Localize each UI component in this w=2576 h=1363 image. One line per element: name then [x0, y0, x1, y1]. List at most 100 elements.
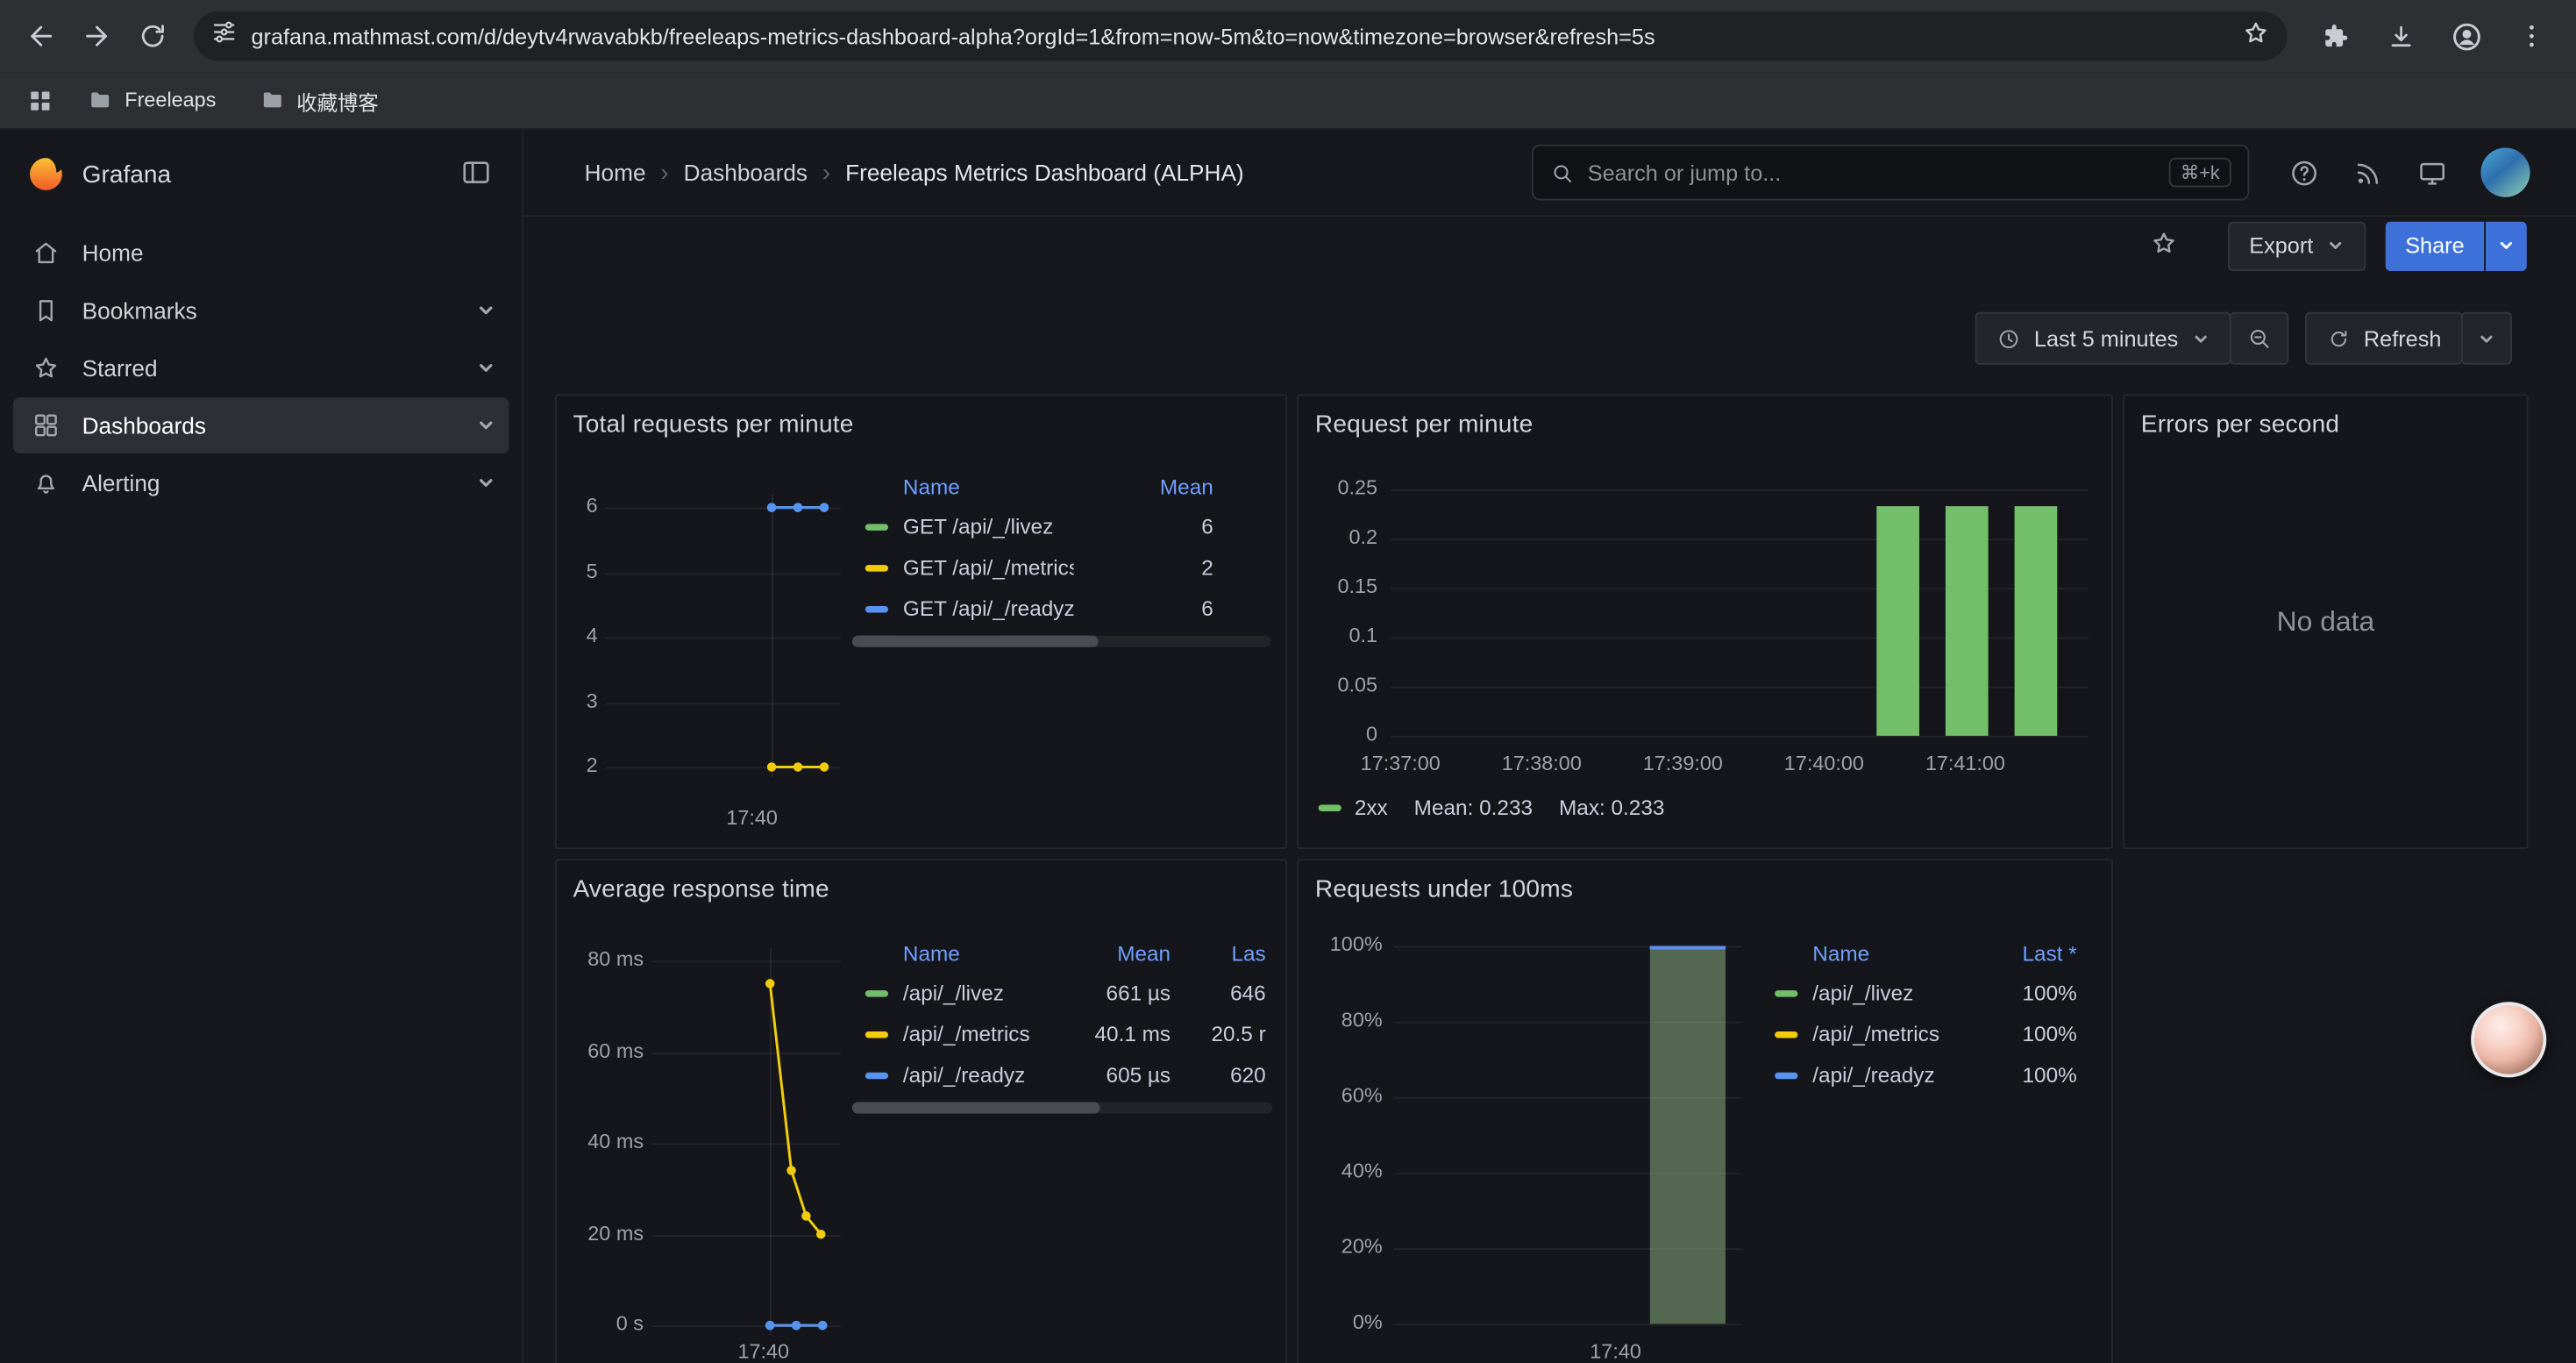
- y-axis-tick: 2: [557, 753, 598, 776]
- download-icon[interactable]: [2373, 8, 2429, 64]
- legend-series-name[interactable]: /api/_/metrics: [903, 1022, 1069, 1046]
- share-dropdown-icon[interactable]: [2486, 221, 2527, 270]
- grid-line: [1391, 489, 2089, 491]
- time-range-picker[interactable]: Last 5 minutes: [1975, 312, 2231, 365]
- legend-mean-value: 6: [1074, 514, 1264, 539]
- sidebar-item-bookmarks[interactable]: Bookmarks: [13, 282, 509, 339]
- legend-last-value: 646: [1171, 981, 1266, 1005]
- toolbar-right: [2307, 8, 2559, 64]
- news-rss-icon[interactable]: [2352, 157, 2384, 189]
- bookmark-folder-freeleaps[interactable]: Freeleaps: [74, 82, 229, 118]
- y-axis-tick: 0.05: [1299, 674, 1377, 696]
- y-axis-tick: 20%: [1299, 1235, 1382, 1258]
- legend-series-name[interactable]: /api/_/readyz: [903, 1063, 1069, 1088]
- user-avatar[interactable]: [2480, 148, 2530, 197]
- chevron-down-icon[interactable]: [476, 416, 495, 435]
- sidebar-item-label: Bookmarks: [82, 297, 197, 324]
- zoom-out-button[interactable]: [2229, 312, 2288, 365]
- legend-scrollbar[interactable]: [852, 636, 1270, 647]
- export-button[interactable]: Export: [2228, 221, 2366, 270]
- sidebar-item-label: Alerting: [82, 470, 160, 496]
- browser-reload-button[interactable]: [125, 8, 181, 64]
- bookmark-star-icon[interactable]: [2241, 18, 2271, 55]
- help-icon[interactable]: [2288, 157, 2320, 189]
- legend-header-last[interactable]: Last *: [1962, 940, 2090, 965]
- legend-row: /api/_/livez 100%: [1761, 973, 2096, 1014]
- legend-scrollbar[interactable]: [852, 1102, 1272, 1113]
- page-header: Home › Dashboards › Freeleaps Metrics Da…: [523, 130, 2576, 217]
- grid-line: [606, 703, 841, 704]
- legend-series-name[interactable]: GET /api/_/readyz: [903, 596, 1074, 621]
- chevron-down-icon[interactable]: [476, 301, 495, 320]
- profile-icon[interactable]: [2438, 8, 2494, 64]
- bell-icon: [30, 468, 62, 498]
- scrollbar-thumb[interactable]: [852, 636, 1099, 647]
- export-label: Export: [2249, 233, 2313, 258]
- favorite-star-icon[interactable]: [2143, 222, 2186, 269]
- bookmark-folder-blogs[interactable]: 收藏博客: [246, 80, 392, 121]
- legend-series-name[interactable]: GET /api/_/livez: [903, 514, 1074, 539]
- grid-line: [1394, 1097, 1742, 1099]
- breadcrumb-separator: ›: [660, 159, 668, 187]
- chevron-down-icon[interactable]: [476, 473, 495, 492]
- extensions-icon[interactable]: [2307, 8, 2363, 64]
- panel-total-requests[interactable]: Total requests per minute 6543217:40 Nam…: [555, 394, 1287, 849]
- browser-back-button[interactable]: [13, 8, 69, 64]
- legend-header-mean[interactable]: Mean: [1069, 940, 1171, 965]
- sidebar-item-dashboards[interactable]: Dashboards: [13, 397, 509, 453]
- grid-line: [1391, 588, 2089, 589]
- y-axis-tick: 5: [557, 560, 598, 583]
- share-button[interactable]: Share: [2386, 221, 2484, 270]
- legend-series-name[interactable]: /api/_/livez: [1812, 981, 1961, 1005]
- sidebar-item-home[interactable]: Home: [13, 225, 509, 282]
- legend-header-last[interactable]: Las: [1171, 940, 1266, 965]
- url-bar[interactable]: grafana.mathmast.com/d/deytv4rwavabkb/fr…: [194, 11, 2287, 61]
- search-input[interactable]: Search or jump to... ⌘+k: [1532, 145, 2249, 201]
- legend-last-value: 100%: [1962, 1022, 2090, 1046]
- panel-errors-per-second[interactable]: Errors per second No data: [2123, 394, 2529, 849]
- legend-series-name[interactable]: 2xx: [1355, 795, 1388, 819]
- sidebar-item-starred[interactable]: Starred: [13, 340, 509, 396]
- panel-average-response-time[interactable]: Average response time 80 ms60 ms40 ms20 …: [555, 859, 1287, 1363]
- grid-line: [651, 1235, 840, 1237]
- sidebar-collapse-icon[interactable]: [453, 148, 499, 199]
- browser-forward-button[interactable]: [69, 8, 125, 64]
- scrollbar-thumb[interactable]: [852, 1102, 1100, 1113]
- x-axis-tick: 17:39:00: [1609, 753, 1757, 775]
- breadcrumb-home[interactable]: Home: [585, 160, 646, 186]
- legend-series-name[interactable]: /api/_/metrics: [1812, 1022, 1961, 1046]
- legend-row: GET /api/_/readyz 6: [852, 588, 1270, 629]
- time-controls: Last 5 minutes Refresh: [1975, 312, 2512, 365]
- refresh-button[interactable]: Refresh: [2305, 312, 2463, 365]
- panel-requests-under-100ms[interactable]: Requests under 100ms 100%80%60%40%20%0%1…: [1297, 859, 2113, 1363]
- assistant-floating-avatar[interactable]: [2471, 1002, 2546, 1077]
- legend-header-mean[interactable]: Mean: [1074, 474, 1264, 498]
- y-axis-tick: 4: [557, 624, 598, 647]
- x-axis-tick: 17:40: [689, 1340, 837, 1363]
- no-data-message: No data: [2124, 396, 2527, 847]
- dashboards-grid-icon: [30, 410, 62, 440]
- sidebar-item-alerting[interactable]: Alerting: [13, 455, 509, 511]
- site-settings-icon[interactable]: [210, 18, 238, 54]
- legend-series-name[interactable]: /api/_/readyz: [1812, 1063, 1961, 1088]
- legend-series-name[interactable]: /api/_/livez: [903, 981, 1069, 1005]
- panel-request-per-minute[interactable]: Request per minute 0.250.20.150.10.05017…: [1297, 394, 2113, 849]
- breadcrumb-dashboards[interactable]: Dashboards: [684, 160, 808, 186]
- x-axis-tick: 17:40:00: [1750, 753, 1898, 775]
- x-axis-tick: 17:41:00: [1891, 753, 2039, 775]
- grid-line: [651, 960, 840, 962]
- grid-line: [1391, 539, 2089, 540]
- apps-grid-icon[interactable]: [23, 86, 57, 114]
- legend-header-name[interactable]: Name: [903, 940, 1069, 965]
- monitor-icon[interactable]: [2416, 157, 2448, 189]
- chevron-down-icon[interactable]: [476, 358, 495, 377]
- refresh-group: Refresh: [2305, 312, 2512, 365]
- series-color-chip: [1775, 1072, 1797, 1078]
- legend-series-name[interactable]: GET /api/_/metrics: [903, 555, 1074, 580]
- legend-header-name[interactable]: Name: [1812, 940, 1961, 965]
- y-axis-tick: 3: [557, 689, 598, 712]
- refresh-interval-dropdown[interactable]: [2461, 312, 2512, 365]
- browser-menu-icon[interactable]: [2504, 8, 2560, 64]
- legend-mean-value: 40.1 ms: [1069, 1022, 1171, 1046]
- legend-header-name[interactable]: Name: [903, 474, 1074, 498]
